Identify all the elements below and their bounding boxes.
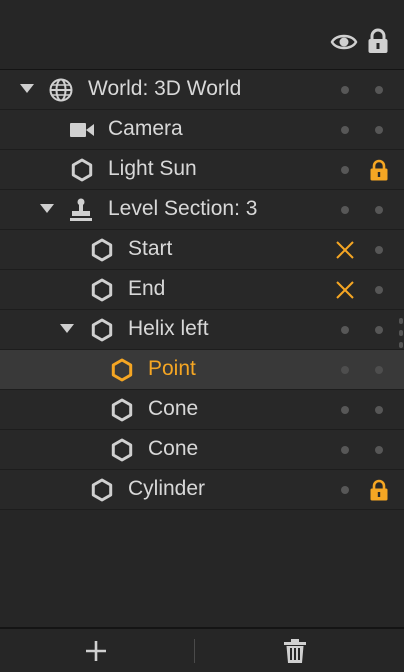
lock-toggle[interactable] — [368, 199, 390, 221]
lock-icon[interactable] — [368, 479, 390, 501]
tree-row-label: Light Sun — [108, 157, 197, 180]
lock-icon[interactable] — [367, 28, 389, 54]
tree-row-light-sun[interactable]: Light Sun — [0, 150, 404, 190]
visibility-toggle[interactable] — [334, 399, 356, 421]
hexagon-icon — [111, 398, 133, 422]
tree-row-label: Cone — [148, 437, 199, 460]
resize-grip[interactable] — [399, 330, 403, 336]
plus-icon[interactable] — [80, 637, 112, 665]
lock-icon[interactable] — [368, 159, 390, 181]
visibility-toggle[interactable] — [334, 119, 356, 141]
trash-icon[interactable] — [281, 637, 309, 665]
tree-row-cone[interactable]: Cone — [0, 430, 404, 470]
tree-row-label: Helix left — [128, 317, 209, 340]
dot-icon — [341, 86, 349, 94]
tree-row-point[interactable]: Point — [0, 350, 404, 390]
dot-icon — [341, 446, 349, 454]
tree-row-helix-left[interactable]: Helix left — [0, 310, 404, 350]
globe-icon — [49, 78, 73, 102]
dot-icon — [375, 326, 383, 334]
tree-row-label: Start — [128, 237, 173, 260]
tree-row-cone[interactable]: Cone — [0, 390, 404, 430]
footer-divider — [194, 639, 195, 663]
dot-icon — [341, 126, 349, 134]
lock-toggle[interactable] — [368, 439, 390, 461]
outliner-header — [0, 0, 404, 71]
lock-toggle[interactable] — [368, 319, 390, 341]
hexagon-icon — [111, 358, 133, 382]
hidden-x-icon[interactable] — [334, 239, 356, 261]
dot-icon — [375, 286, 383, 294]
visibility-toggle[interactable] — [334, 479, 356, 501]
dot-icon — [341, 326, 349, 334]
dot-icon — [375, 446, 383, 454]
tree-row-cylinder[interactable]: Cylinder — [0, 470, 404, 510]
visibility-toggle[interactable] — [334, 199, 356, 221]
dot-icon — [375, 246, 383, 254]
dot-icon — [375, 366, 383, 374]
expand-arrow-icon[interactable] — [40, 204, 54, 213]
visibility-toggle[interactable] — [334, 359, 356, 381]
hexagon-icon — [91, 238, 113, 262]
tree-row-camera[interactable]: Camera — [0, 110, 404, 150]
dot-icon — [375, 406, 383, 414]
tree-row-label: End — [128, 277, 166, 300]
lock-toggle[interactable] — [368, 279, 390, 301]
hexagon-icon — [91, 478, 113, 502]
dot-icon — [341, 166, 349, 174]
lock-toggle[interactable] — [368, 359, 390, 381]
hexagon-icon — [91, 278, 113, 302]
dot-icon — [341, 366, 349, 374]
visibility-toggle[interactable] — [334, 319, 356, 341]
lock-toggle[interactable] — [368, 119, 390, 141]
camera-icon — [70, 123, 94, 137]
resize-grip[interactable] — [399, 342, 403, 348]
tree-row-start[interactable]: Start — [0, 230, 404, 270]
resize-grip[interactable] — [399, 318, 403, 324]
scene-tree: World: 3D World Camera Light Sun Level S… — [0, 70, 404, 510]
dot-icon — [341, 406, 349, 414]
hexagon-icon — [91, 318, 113, 342]
tree-row-label: World: 3D World — [88, 77, 242, 100]
tree-row-label: Cone — [148, 397, 199, 420]
tree-row-world[interactable]: World: 3D World — [0, 70, 404, 110]
visibility-toggle[interactable] — [334, 439, 356, 461]
hidden-x-icon[interactable] — [334, 279, 356, 301]
expand-arrow-icon[interactable] — [60, 324, 74, 333]
dot-icon — [375, 86, 383, 94]
dot-icon — [375, 126, 383, 134]
dot-icon — [341, 206, 349, 214]
tree-row-label: Cylinder — [128, 477, 206, 500]
hexagon-icon — [71, 158, 93, 182]
tree-row-label: Point — [148, 357, 196, 380]
scene-outliner-panel: World: 3D World Camera Light Sun Level S… — [0, 0, 404, 672]
hexagon-icon — [111, 438, 133, 462]
dot-icon — [341, 486, 349, 494]
lock-toggle[interactable] — [368, 79, 390, 101]
tree-row-end[interactable]: End — [0, 270, 404, 310]
stamp-icon — [70, 198, 92, 221]
expand-arrow-icon[interactable] — [20, 84, 34, 93]
tree-row-label: Camera — [108, 117, 183, 140]
visibility-toggle[interactable] — [334, 159, 356, 181]
lock-toggle[interactable] — [368, 399, 390, 421]
tree-row-label: Level Section: 3 — [108, 197, 258, 220]
outliner-footer — [0, 627, 404, 672]
tree-row-level-section[interactable]: Level Section: 3 — [0, 190, 404, 230]
dot-icon — [375, 206, 383, 214]
lock-toggle[interactable] — [368, 239, 390, 261]
visibility-toggle[interactable] — [334, 79, 356, 101]
eye-icon[interactable] — [330, 30, 358, 54]
